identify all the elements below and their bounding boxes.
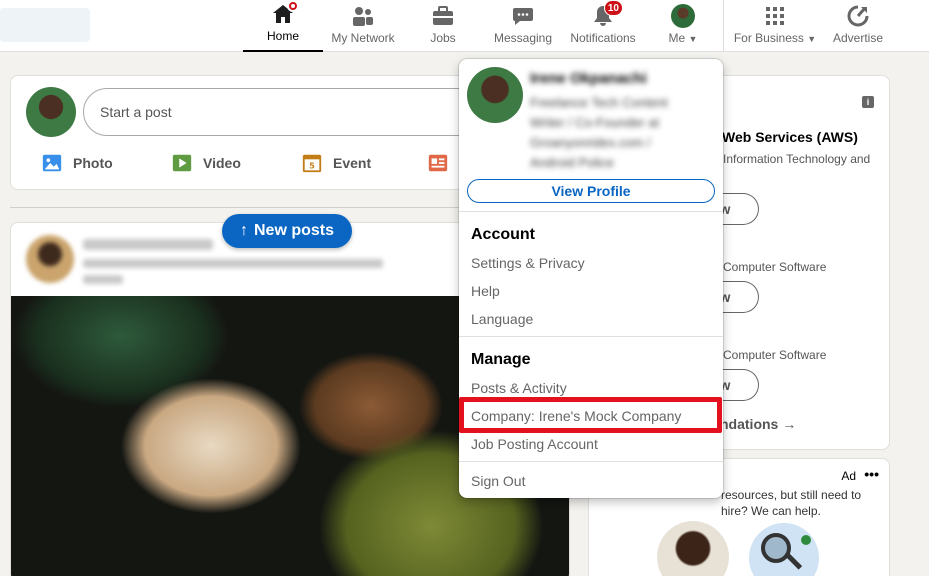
company-subtitle-2: Computer Software xyxy=(723,260,827,274)
settings-privacy-link[interactable]: Settings & Privacy xyxy=(471,255,585,271)
notification-count-badge: 10 xyxy=(603,0,623,16)
network-icon xyxy=(351,4,375,28)
post-author-name[interactable] xyxy=(83,239,213,250)
home-notification-dot xyxy=(287,0,299,12)
photo-label: Photo xyxy=(73,155,113,171)
avatar xyxy=(657,521,729,576)
post-author-headline xyxy=(83,259,383,268)
nav-home[interactable]: Home xyxy=(243,0,323,52)
nav-messaging[interactable]: Messaging xyxy=(490,0,556,52)
company-subtitle: Information Technology and xyxy=(723,152,871,166)
event-label: Event xyxy=(333,155,372,171)
nav-notifications-label: Notifications xyxy=(570,31,636,45)
check-icon xyxy=(801,535,811,545)
highlight-annotation-box xyxy=(459,397,722,433)
nav-my-network[interactable]: My Network xyxy=(326,0,400,52)
divider xyxy=(459,336,723,337)
company-subtitle-3: Computer Software xyxy=(723,348,827,362)
search-input[interactable] xyxy=(0,8,90,42)
more-options-icon[interactable]: ••• xyxy=(864,466,879,482)
profile-name: Irene Okpanachi xyxy=(530,70,647,87)
nav-advertise-label: Advertise xyxy=(832,31,884,45)
briefcase-icon xyxy=(431,4,455,28)
home-icon xyxy=(271,0,299,26)
recommendations-label: ndations xyxy=(720,416,779,432)
language-link[interactable]: Language xyxy=(471,311,533,327)
nav-notifications[interactable]: 10 Notifications xyxy=(567,0,639,52)
me-avatar-wrap xyxy=(671,4,695,28)
nav-advertise[interactable]: Advertise xyxy=(830,0,886,52)
nav-me-label: Me xyxy=(668,31,686,45)
calendar-icon: 5 xyxy=(302,154,322,173)
post-timestamp xyxy=(83,275,123,284)
arrow-right-icon: → xyxy=(782,416,797,432)
avatar[interactable] xyxy=(26,235,74,283)
nav-jobs[interactable]: Jobs xyxy=(418,0,468,52)
bell-icon: 10 xyxy=(591,0,623,28)
job-posting-account-link[interactable]: Job Posting Account xyxy=(471,436,598,452)
arrow-up-icon: ↑ xyxy=(239,222,248,239)
global-nav: Home My Network Jobs Messaging 10 Notifi… xyxy=(0,0,929,52)
me-dropdown-menu: Irene Okpanachi Freelance Tech Content W… xyxy=(459,59,723,498)
view-recommendations-link[interactable]: ndations → xyxy=(720,416,796,432)
magnifier-handle xyxy=(785,553,803,570)
nav-me-label-wrap: Me ▼ xyxy=(669,31,698,45)
posts-activity-link[interactable]: Posts & Activity xyxy=(471,380,567,396)
nav-my-network-label: My Network xyxy=(331,31,395,45)
chevron-down-icon: ▼ xyxy=(807,34,817,44)
video-button[interactable]: Video xyxy=(171,152,241,174)
video-icon xyxy=(172,154,192,172)
company-logo xyxy=(749,523,819,576)
photo-button[interactable]: Photo xyxy=(41,152,113,174)
nav-jobs-label: Jobs xyxy=(430,31,456,45)
account-heading: Account xyxy=(471,226,535,243)
advertise-icon xyxy=(846,4,870,28)
manage-heading: Manage xyxy=(471,351,531,368)
avatar xyxy=(467,67,523,123)
nav-messaging-label: Messaging xyxy=(493,31,553,45)
nav-me[interactable]: Me ▼ xyxy=(660,0,706,52)
nav-for-business-label-wrap: For Business ▼ xyxy=(734,31,816,45)
write-article-button[interactable] xyxy=(427,152,459,174)
photo-icon xyxy=(42,154,62,172)
nav-home-label: Home xyxy=(266,29,299,43)
new-posts-button[interactable]: ↑ New posts xyxy=(222,214,352,248)
new-posts-label: New posts xyxy=(253,222,334,239)
info-icon[interactable]: i xyxy=(862,96,874,108)
event-button[interactable]: 5 Event xyxy=(301,152,371,174)
profile-headline: Freelance Tech Content Writer / Co-Found… xyxy=(530,95,668,170)
nav-for-business-label: For Business xyxy=(733,31,804,45)
ad-label: Ad xyxy=(841,469,856,483)
sign-out-link[interactable]: Sign Out xyxy=(471,473,525,489)
view-profile-button[interactable]: View Profile xyxy=(467,179,715,203)
nav-divider xyxy=(723,0,724,52)
company-title[interactable]: Web Services (AWS) xyxy=(722,129,858,145)
avatar xyxy=(26,87,76,137)
article-icon xyxy=(428,154,448,172)
messaging-icon xyxy=(511,4,535,28)
ad-text: resources, but still need to hire? We ca… xyxy=(721,488,862,518)
divider xyxy=(459,461,723,462)
video-label: Video xyxy=(203,155,241,171)
nav-for-business[interactable]: For Business ▼ xyxy=(733,0,817,52)
grid-icon xyxy=(763,4,787,28)
help-link[interactable]: Help xyxy=(471,283,500,299)
chevron-down-icon: ▼ xyxy=(688,34,698,44)
avatar xyxy=(671,4,695,28)
svg-text:5: 5 xyxy=(309,161,315,171)
divider xyxy=(459,211,723,212)
